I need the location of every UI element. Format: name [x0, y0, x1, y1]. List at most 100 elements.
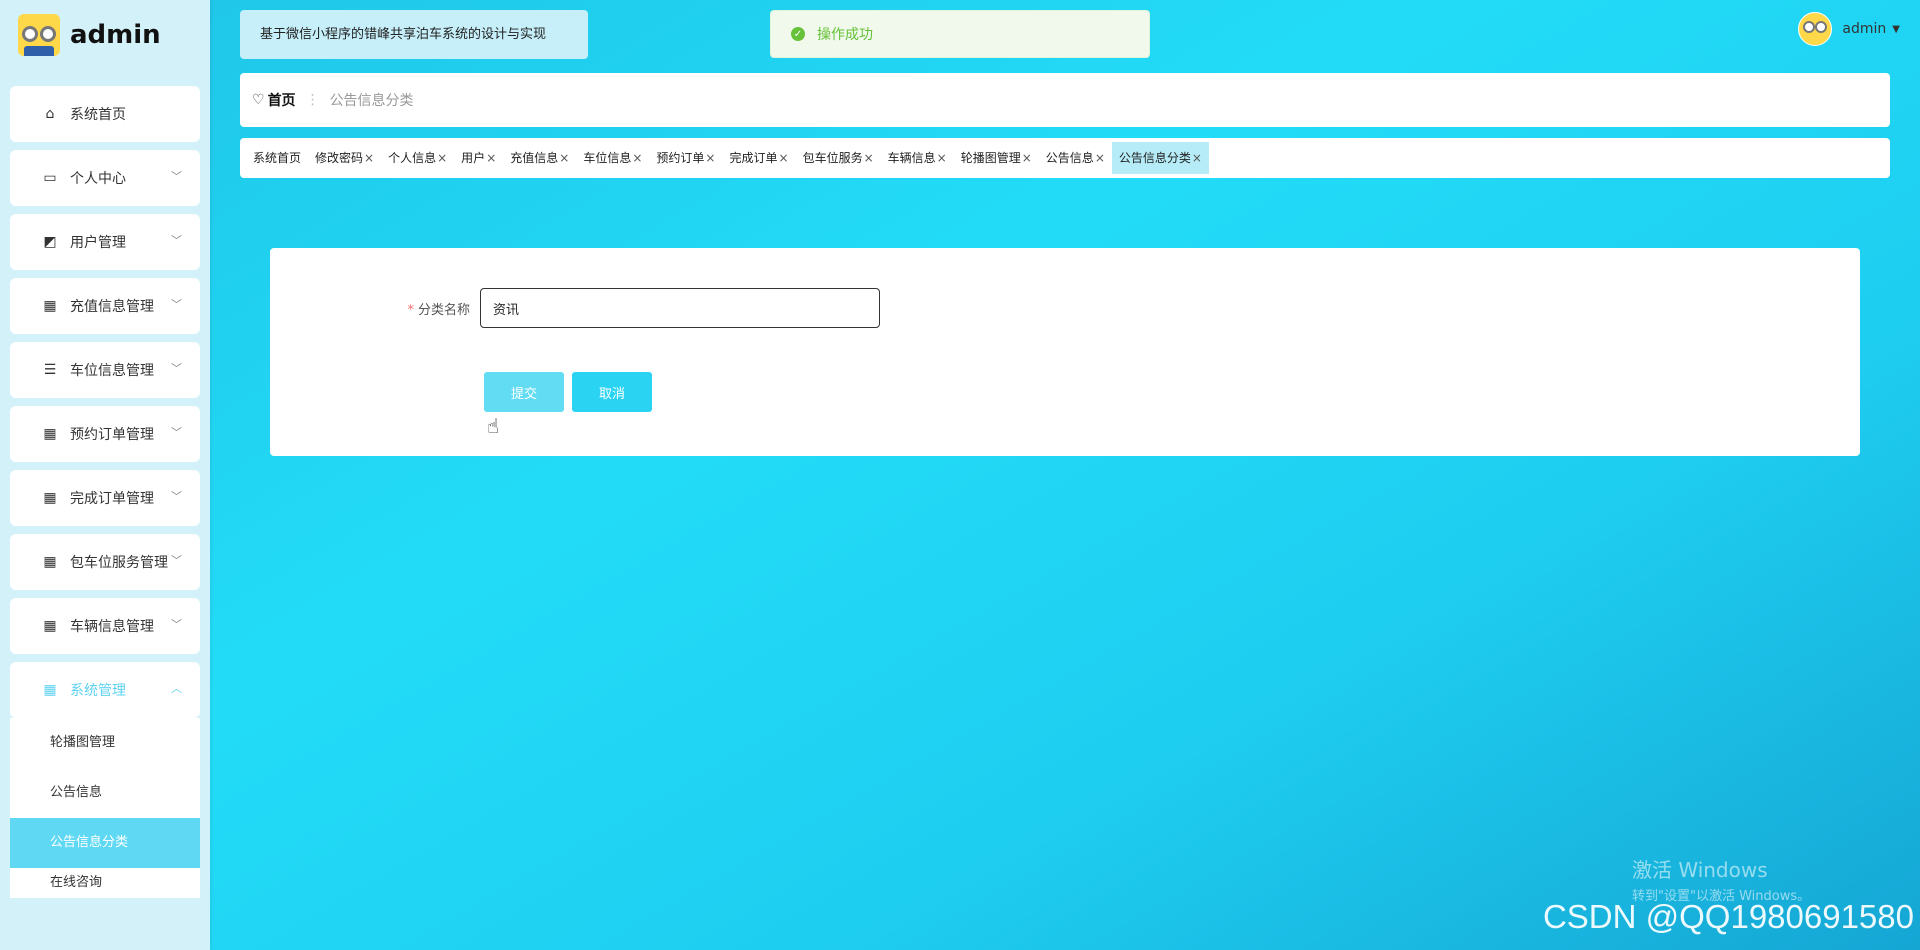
sidebar-item[interactable]: ▦ 包车位服务管理 ﹀	[10, 534, 200, 590]
windows-activation-watermark: 激活 Windows 转到"设置"以激活 Windows。	[1632, 858, 1811, 904]
chevron-down-icon: ﹀	[171, 362, 182, 375]
tag-label: 公告信息分类	[1118, 151, 1191, 165]
close-icon[interactable]: ×	[632, 151, 642, 165]
sidebar-item-label: 车位信息管理	[70, 363, 154, 379]
chevron-down-icon: ﹀	[171, 234, 182, 247]
chevron-down-icon: ﹀	[171, 426, 182, 439]
sidebar-item[interactable]: ◩ 用户管理 ﹀	[10, 214, 200, 270]
logo-icon	[18, 14, 60, 56]
tag-label: 公告信息	[1045, 151, 1094, 165]
tab-tag[interactable]: 车辆信息×	[881, 142, 954, 174]
chevron-down-icon: ﹀	[171, 298, 182, 311]
chevron-down-icon: ﹀	[171, 170, 182, 183]
sidebar-item[interactable]: ▦ 系统管理 ︿	[10, 662, 200, 718]
sidebar-item[interactable]: ▦ 充值信息管理 ﹀	[10, 278, 200, 334]
sidebar-item[interactable]: ▦ 完成订单管理 ﹀	[10, 470, 200, 526]
csdn-watermark: CSDN @QQ1980691580	[1542, 898, 1914, 935]
tab-tag[interactable]: 修改密码×	[308, 142, 381, 174]
tab-tag[interactable]: 用户×	[454, 142, 503, 174]
breadcrumb: ♡ 首页 ⋮ 公告信息分类	[240, 73, 1890, 127]
submenu-item[interactable]: 在线咨询	[10, 868, 200, 898]
sidebar-item-label: 完成订单管理	[70, 491, 154, 507]
close-icon[interactable]: ×	[1192, 151, 1202, 165]
tab-tag[interactable]: 车位信息×	[576, 142, 649, 174]
toast-message: 操作成功	[817, 27, 873, 43]
user-menu[interactable]: admin ▼	[1798, 12, 1900, 46]
tab-tag[interactable]: 轮播图管理×	[954, 142, 1039, 174]
tag-label: 车位信息	[583, 151, 632, 165]
grid-icon: ▦	[43, 490, 57, 506]
sidebar-item[interactable]: ⌂ 系统首页	[10, 86, 200, 142]
sidebar-item-label: 系统首页	[70, 107, 126, 123]
sidebar-item[interactable]: ▭ 个人中心 ﹀	[10, 150, 200, 206]
grid-icon: ▦	[43, 426, 57, 442]
submit-button[interactable]: 提交	[484, 372, 564, 412]
close-icon[interactable]: ×	[705, 151, 715, 165]
sidebar-item-label: 预约订单管理	[70, 427, 154, 443]
sidebar: admin ⌂ 系统首页 ▭ 个人中心 ﹀ ◩ 用户管理 ﹀ ▦ 充值信息管理 ﹀ ☰ 车位信息管理 ﹀ ▦…	[0, 0, 210, 950]
hand-cursor-icon: ☝	[487, 414, 500, 438]
chevron-down-icon: ﹀	[171, 554, 182, 567]
tab-tag[interactable]: 完成订单×	[722, 142, 795, 174]
close-icon[interactable]: ×	[486, 151, 496, 165]
form-card: *分类名称 提交 取消	[270, 248, 1860, 456]
sidebar-item[interactable]: ▦ 预约订单管理 ﹀	[10, 406, 200, 462]
tab-tag[interactable]: 系统首页	[246, 142, 308, 174]
grid-icon: ▦	[43, 298, 57, 314]
close-icon[interactable]: ×	[1095, 151, 1105, 165]
sidebar-item-label: 系统管理	[70, 683, 126, 699]
avatar[interactable]	[1798, 12, 1833, 46]
tag-label: 包车位服务	[802, 151, 863, 165]
tab-tag[interactable]: 包车位服务×	[796, 142, 881, 174]
submenu-item[interactable]: 公告信息分类	[10, 818, 200, 868]
sliders-icon: ☰	[43, 362, 57, 378]
close-icon[interactable]: ×	[364, 151, 374, 165]
tags-bar: 系统首页 修改密码× 个人信息× 用户× 充值信息× 车位信息× 预约订单× 完成订单× 包车位…	[240, 138, 1890, 178]
tag-label: 系统首页	[253, 151, 302, 165]
grid-icon: ▦	[43, 682, 57, 698]
tab-tag[interactable]: 个人信息×	[381, 142, 454, 174]
tab-tag[interactable]: 预约订单×	[649, 142, 722, 174]
close-icon[interactable]: ×	[1022, 151, 1032, 165]
tab-tag[interactable]: 公告信息×	[1039, 142, 1112, 174]
close-icon[interactable]: ×	[779, 151, 789, 165]
submenu-item[interactable]: 公告信息	[10, 768, 200, 818]
close-icon[interactable]: ×	[864, 151, 874, 165]
home-icon: ⌂	[45, 106, 55, 122]
tag-label: 用户	[461, 151, 486, 165]
tag-label: 个人信息	[388, 151, 437, 165]
sidebar-item-label: 充值信息管理	[70, 299, 154, 315]
chart-icon: ◩	[43, 234, 57, 250]
sidebar-item[interactable]: ☰ 车位信息管理 ﹀	[10, 342, 200, 398]
submenu-item[interactable]: 轮播图管理	[10, 718, 200, 768]
required-mark: *	[407, 303, 414, 318]
heart-icon: ♡	[252, 92, 265, 108]
chevron-down-icon: ﹀	[171, 490, 182, 503]
close-icon[interactable]: ×	[559, 151, 569, 165]
close-icon[interactable]: ×	[937, 151, 947, 165]
grid-icon: ▦	[43, 618, 57, 634]
category-name-input[interactable]	[480, 288, 880, 328]
sidebar-item-label: 车辆信息管理	[70, 619, 154, 635]
brand-name: admin	[70, 20, 161, 50]
chevron-up-icon: ︿	[171, 682, 182, 695]
breadcrumb-home[interactable]: 首页	[268, 90, 296, 110]
tag-label: 完成订单	[729, 151, 778, 165]
check-circle-icon: ✓	[791, 27, 805, 41]
chevron-down-icon: ﹀	[171, 618, 182, 631]
tag-label: 轮播图管理	[960, 151, 1021, 165]
sidebar-item[interactable]: ▦ 车辆信息管理 ﹀	[10, 598, 200, 654]
grid9-icon: ▦	[43, 554, 57, 570]
cancel-button[interactable]: 取消	[572, 372, 652, 412]
caret-down-icon[interactable]: ▼	[1892, 24, 1900, 35]
breadcrumb-current: 公告信息分类	[329, 93, 414, 109]
tag-label: 充值信息	[510, 151, 559, 165]
tab-tag[interactable]: 充值信息×	[503, 142, 576, 174]
username[interactable]: admin	[1842, 21, 1886, 37]
tag-label: 修改密码	[315, 151, 364, 165]
tab-tag[interactable]: 公告信息分类×	[1111, 142, 1209, 174]
tag-label: 车辆信息	[887, 151, 936, 165]
system-title: 基于微信小程序的错峰共享泊车系统的设计与实现	[240, 10, 588, 59]
sidebar-item-label: 个人中心	[70, 171, 126, 187]
close-icon[interactable]: ×	[437, 151, 447, 165]
